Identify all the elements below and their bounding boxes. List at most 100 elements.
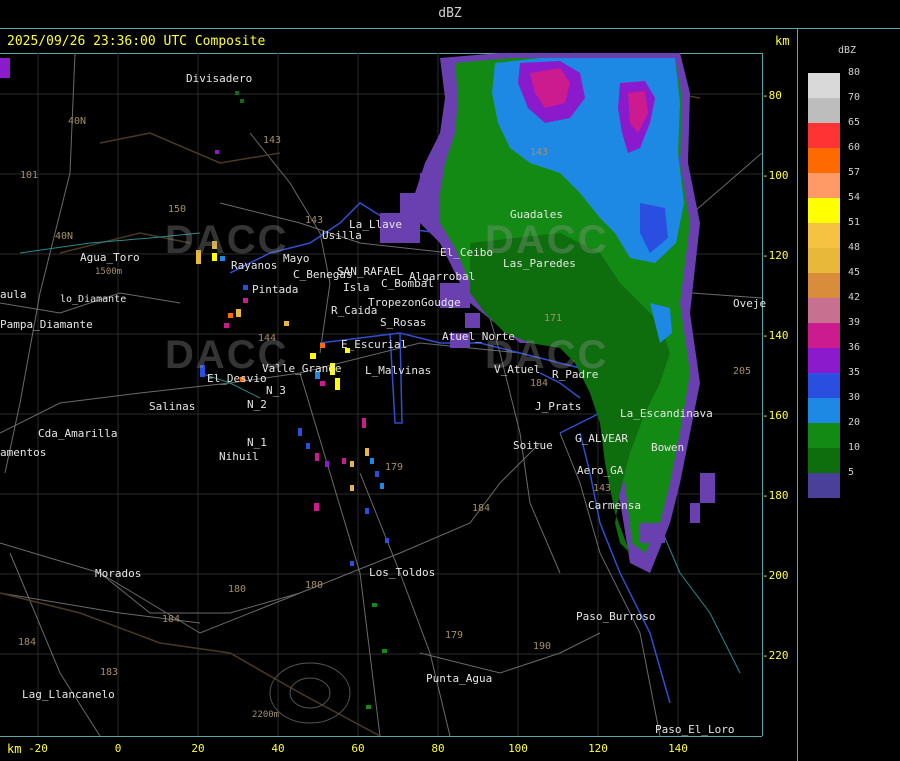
place-label: amentos	[0, 446, 47, 459]
frame-plot-border-right	[762, 53, 763, 736]
place-label: Soitue	[513, 439, 553, 452]
x-tick-label: 20	[191, 742, 205, 755]
place-label: R_Padre	[552, 368, 599, 381]
y-tick-label: -120	[762, 249, 789, 262]
legend-label: 20	[848, 417, 861, 428]
place-label: Algarrobal	[409, 270, 476, 283]
place-label: Carmensa	[588, 499, 641, 512]
place-label: Morados	[95, 567, 142, 580]
route-label: 101	[20, 170, 39, 181]
route-label: 143	[305, 215, 324, 226]
legend-label: 48	[848, 242, 861, 253]
place-label: V_Atuel	[494, 363, 541, 376]
legend-label: 60	[848, 142, 861, 153]
legend-label: 35	[848, 367, 861, 378]
legend-swatch	[808, 223, 840, 248]
place-label: La_Escandinava	[620, 407, 713, 420]
place-label: lo_Diamante	[60, 294, 127, 305]
place-label: Oveje	[733, 297, 767, 310]
route-label: 179	[385, 462, 404, 473]
km-unit-top: km	[775, 34, 790, 48]
place-label: Nihuil	[219, 450, 259, 463]
place-label: Agua_Toro	[80, 251, 140, 264]
legend-label: 70	[848, 92, 861, 103]
legend-swatch	[808, 348, 840, 373]
route-label: 184	[472, 503, 491, 514]
place-label: Atuel_Norte	[442, 330, 515, 343]
y-tick-label: -100	[762, 169, 789, 182]
legend-label: 36	[848, 342, 861, 353]
timestamp-label: 2025/09/26 23:36:00 UTC Composite	[7, 34, 266, 49]
route-label: 184	[162, 614, 181, 625]
place-label: Las_Paredes	[503, 257, 576, 270]
legend-swatch	[808, 473, 840, 498]
y-tick-label: -220	[762, 649, 789, 662]
legend-label: 39	[848, 317, 861, 328]
x-tick-label: 0	[114, 742, 122, 755]
route-label: 40N	[55, 231, 74, 242]
place-label: Punta_Agua	[426, 672, 493, 685]
legend-swatch	[808, 248, 840, 273]
place-label: Guadales	[510, 208, 563, 221]
x-tick-label: 120	[588, 742, 608, 755]
legend-swatch	[808, 373, 840, 398]
place-label: La_Llave	[349, 218, 402, 231]
place-label: Rayanos	[231, 259, 278, 272]
place-label: J_Prats	[535, 400, 582, 413]
frame-right-divider	[797, 28, 798, 761]
route-label: 205	[733, 366, 752, 377]
place-label: S_Rosas	[380, 316, 427, 329]
place-label: Los_Toldos	[369, 566, 436, 579]
place-label: N_3	[266, 384, 286, 397]
place-label: El_Desvio	[207, 372, 267, 385]
frame-top-line	[0, 28, 900, 29]
legend-label: 57	[848, 167, 861, 178]
place-label: Salinas	[149, 400, 196, 413]
route-label: 180	[228, 584, 247, 595]
place-label: 1500m	[95, 267, 123, 277]
place-label: E_Escurial	[341, 338, 408, 351]
place-label: G_ALVEAR	[575, 432, 628, 445]
legend-swatch	[808, 148, 840, 173]
legend-label: 42	[848, 292, 861, 303]
y-tick-label: -160	[762, 409, 789, 422]
legend-swatch	[808, 323, 840, 348]
legend-label: 80	[848, 67, 861, 78]
place-label: L_Malvinas	[365, 364, 432, 377]
place-label: Cda_Amarilla	[38, 427, 118, 440]
legend-label: 5	[848, 467, 855, 478]
x-tick-label: 100	[508, 742, 528, 755]
x-tick-label: -20	[28, 742, 48, 755]
route-label: 180	[305, 580, 324, 591]
radar-map[interactable]: DACC DACC DACC DACC	[0, 53, 762, 736]
legend-swatch	[808, 398, 840, 423]
radar-map-svg	[0, 53, 762, 736]
frame-plot-border-bottom	[0, 736, 762, 737]
place-label: N_1	[247, 436, 267, 449]
x-tick-label: 80	[431, 742, 445, 755]
place-label: Tropezon	[368, 296, 421, 309]
legend-label: 10	[848, 442, 861, 453]
place-label: Divisadero	[186, 72, 253, 85]
route-label: 184	[18, 637, 37, 648]
legend-swatch	[808, 298, 840, 323]
watermark-brand-1: DACC	[165, 218, 289, 262]
place-label: Goudge	[421, 296, 461, 309]
y-tick-label: -80	[762, 89, 782, 102]
place-label: Paso_Burroso	[576, 610, 656, 623]
place-label: aula	[0, 288, 27, 301]
route-label: 171	[544, 313, 563, 324]
place-label: Pampa_Diamante	[0, 318, 93, 331]
route-label: 184	[530, 378, 549, 389]
route-label: 144	[258, 333, 277, 344]
place-label: Isla	[343, 281, 370, 294]
legend-swatch	[808, 423, 840, 448]
route-label: 143	[263, 135, 282, 146]
volcano-relief	[269, 662, 351, 724]
legend-label: 51	[848, 217, 861, 228]
place-label: Mayo	[283, 252, 310, 265]
legend-swatch	[808, 98, 840, 123]
route-label: 190	[533, 641, 552, 652]
y-tick-label: -140	[762, 329, 789, 342]
route-label: 40N	[68, 116, 87, 127]
